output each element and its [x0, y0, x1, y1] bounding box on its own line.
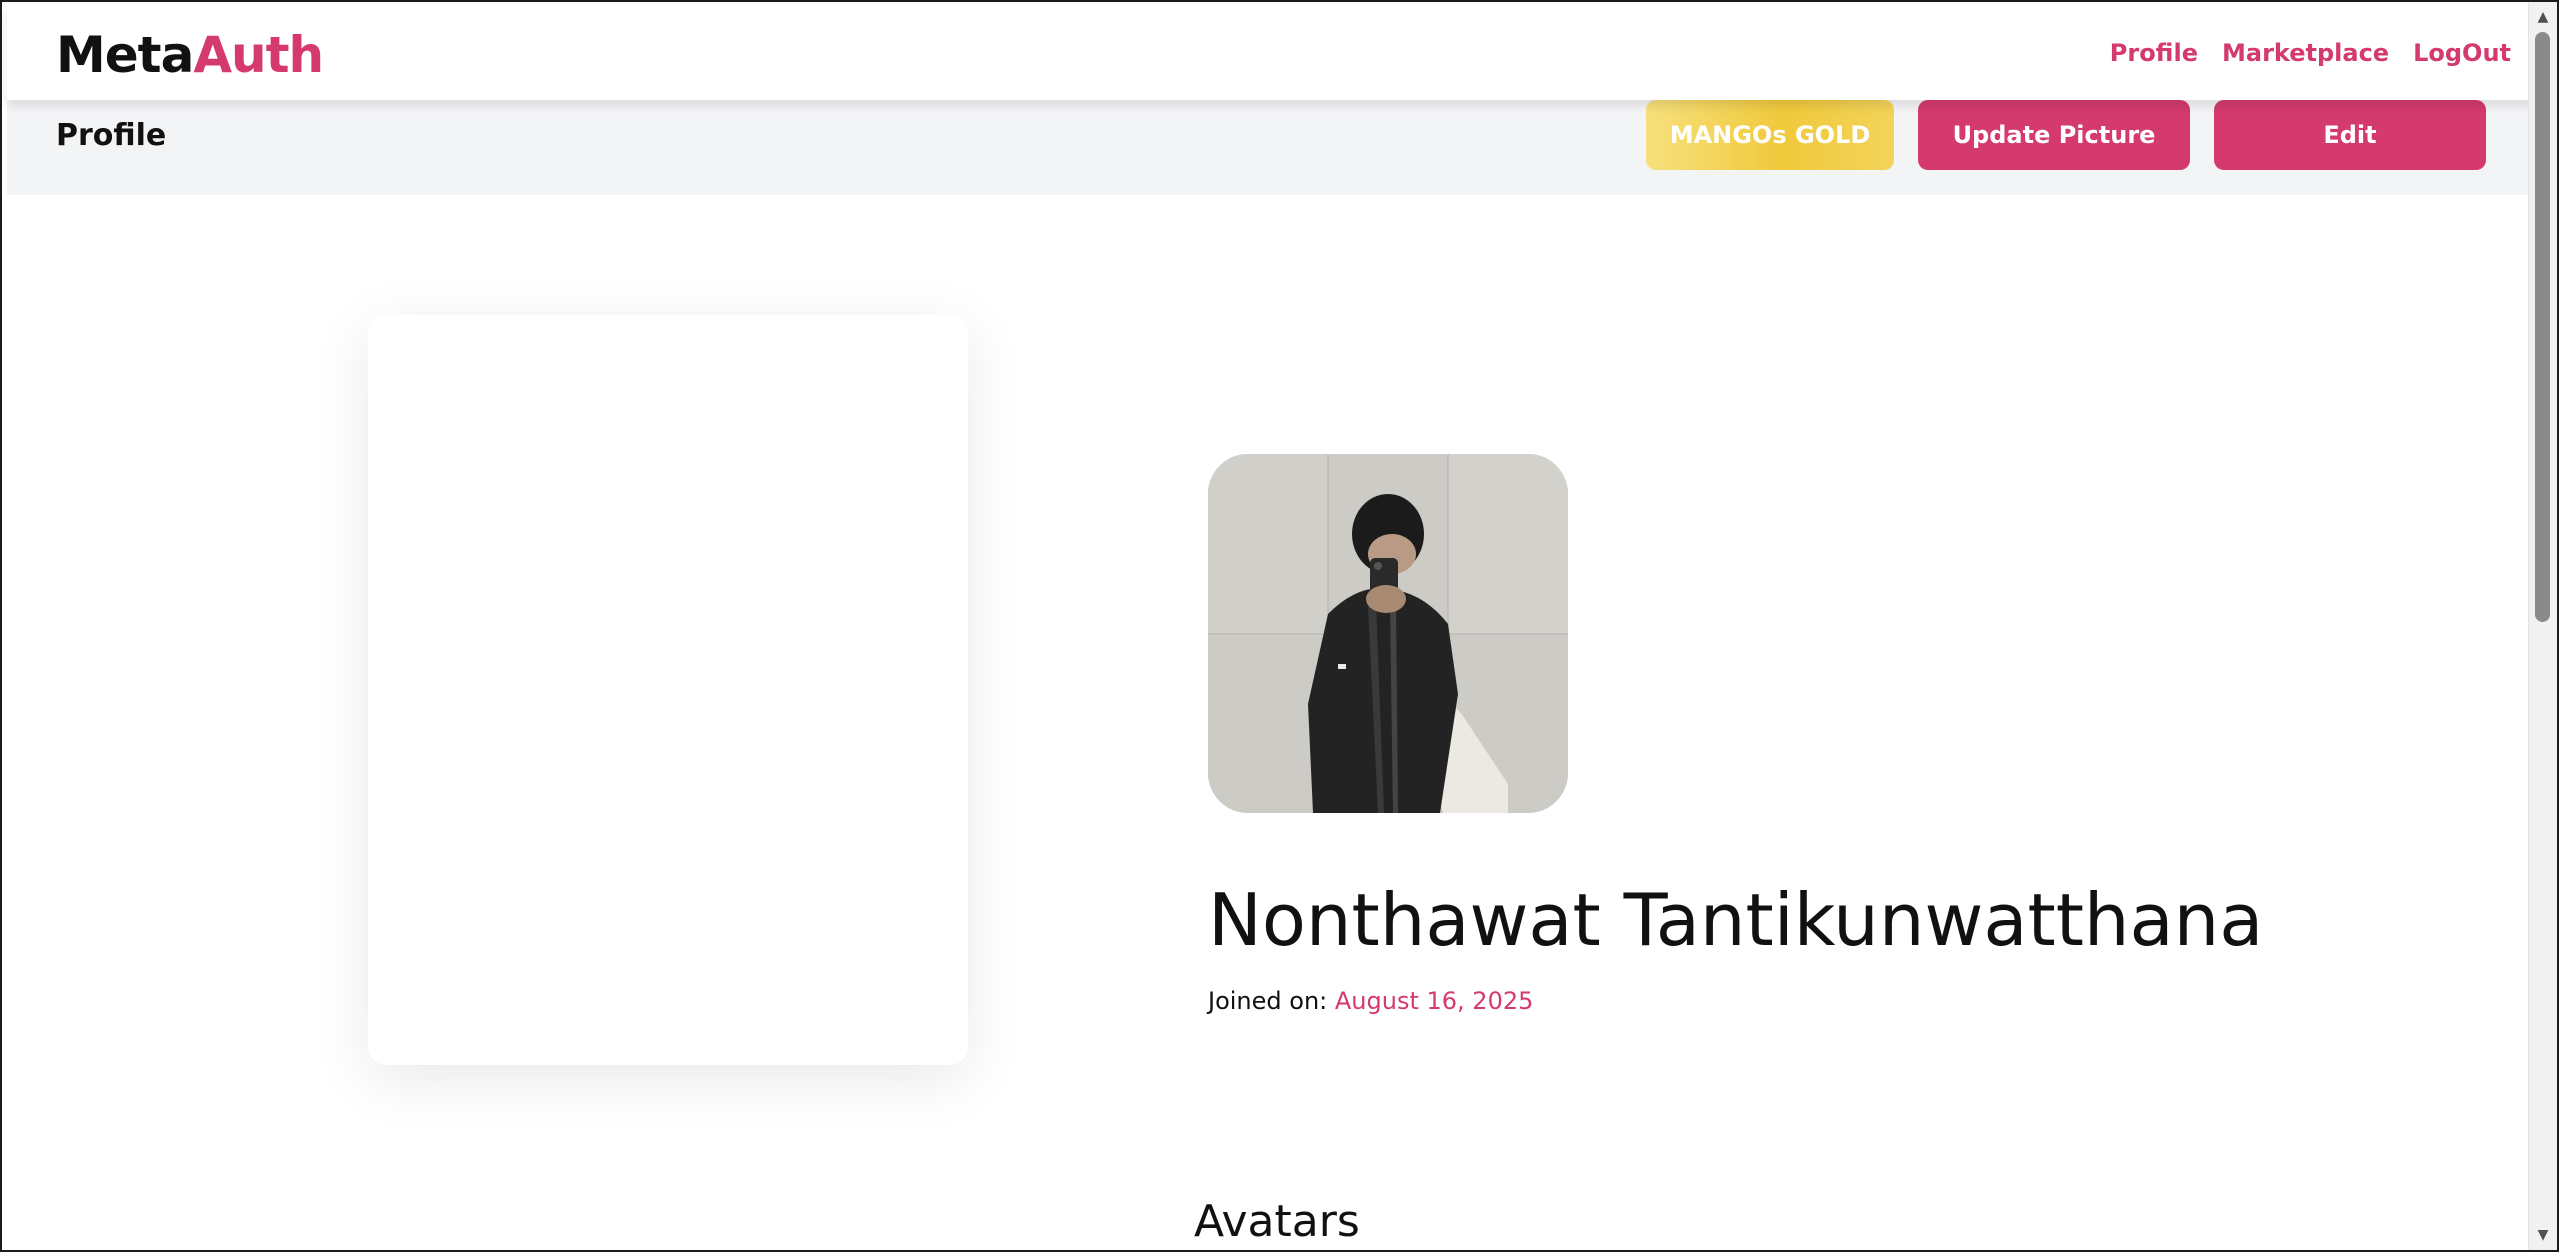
nav-link-logout[interactable]: LogOut [2413, 38, 2511, 68]
nav-link-marketplace[interactable]: Marketplace [2222, 38, 2389, 68]
browser-window: MetaAuth Profile Marketplace LogOut Prof… [0, 0, 2559, 1252]
avatars-section-title: Avatars [1194, 1196, 1360, 1247]
top-navbar: MetaAuth Profile Marketplace LogOut [7, 4, 2533, 100]
nav-link-profile[interactable]: Profile [2110, 38, 2198, 68]
triangle-down-icon[interactable]: ▼ [2529, 1222, 2557, 1248]
joined-info: Joined on: August 16, 2025 [1208, 985, 1533, 1017]
profile-card [368, 315, 968, 1065]
profile-photo-image [1208, 454, 1568, 813]
joined-label: Joined on: [1208, 987, 1328, 1015]
vertical-scrollbar[interactable]: ▲ ▼ [2528, 2, 2557, 1250]
joined-date: August 16, 2025 [1334, 987, 1534, 1015]
mangos-gold-button[interactable]: MANGOs GOLD [1646, 100, 1894, 170]
page-title: Profile [56, 118, 167, 153]
profile-name: Nonthawat Tantikunwatthana [1208, 878, 2264, 962]
update-picture-button[interactable]: Update Picture [1918, 100, 2190, 170]
scrollbar-thumb[interactable] [2535, 32, 2550, 622]
brand-logo-part-meta: Meta [56, 26, 194, 84]
profile-subheader: Profile MANGOs GOLD Update Picture Edit [7, 100, 2533, 195]
edit-button[interactable]: Edit [2214, 100, 2486, 170]
triangle-up-icon[interactable]: ▲ [2529, 4, 2557, 30]
brand-logo[interactable]: MetaAuth [56, 26, 324, 84]
brand-logo-part-auth: Auth [193, 26, 324, 84]
profile-avatar [1208, 454, 1568, 813]
nav-links: Profile Marketplace LogOut [2110, 38, 2511, 68]
